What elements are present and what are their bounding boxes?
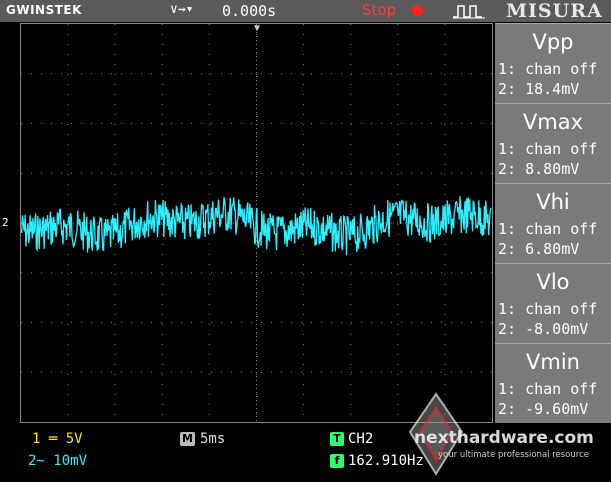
top-status-bar: GWINSTEK ∨⇝▾ 0.000s Stop MISURA	[0, 0, 611, 22]
measurement-ch1-value: 1: chan off	[498, 140, 598, 158]
measurement-vpp[interactable]: Vpp 1: chan off 2: 18.4mV	[495, 23, 611, 103]
measurement-ch2-value: 2: -8.00mV	[498, 320, 589, 338]
trigger-position-marker: ▼	[254, 23, 261, 34]
measurement-ch2-value: 2: 8.80mV	[498, 160, 580, 178]
trigger-icon: T	[330, 432, 344, 446]
measurement-title: Vhi	[536, 190, 570, 214]
trigger-mode-icon: ∨⇝▾	[170, 2, 194, 17]
measurement-panel: Vpp 1: chan off 2: 18.4mV Vmax 1: chan o…	[495, 23, 611, 423]
trigger-edge-icon	[453, 5, 485, 19]
measurement-ch2-value: 2: 6.80mV	[498, 240, 580, 258]
watermark-tagline: your ultimate professional resource	[438, 450, 589, 460]
measurement-ch1-value: 1: chan off	[498, 300, 598, 318]
waveform-svg	[21, 24, 492, 422]
measurement-ch1-value: 1: chan off	[498, 60, 598, 78]
measurement-title: Vlo	[536, 270, 570, 294]
watermark-site-name: nexthardware.com	[414, 428, 594, 448]
channel-2-scale[interactable]: 2∼ 10mV	[28, 453, 87, 469]
stop-indicator-icon	[412, 5, 423, 16]
measurement-vmin[interactable]: Vmin 1: chan off 2: -9.60mV	[495, 343, 611, 423]
trigger-source[interactable]: CH2	[348, 431, 373, 447]
measurement-vmax[interactable]: Vmax 1: chan off 2: 8.80mV	[495, 103, 611, 183]
measurement-title: Vpp	[532, 30, 574, 54]
timebase-value[interactable]: 5ms	[200, 431, 225, 447]
channel-2-ground-marker: 2	[2, 216, 9, 229]
channel-2-trace	[21, 196, 492, 256]
brand-logo: GWINSTEK	[6, 3, 82, 17]
page-headline: MISURA	[506, 0, 603, 22]
measurement-title: Vmin	[526, 350, 580, 374]
frequency-icon: f	[330, 454, 344, 468]
measurement-ch2-value: 2: -9.60mV	[498, 400, 589, 418]
measurement-vlo[interactable]: Vlo 1: chan off 2: -8.00mV	[495, 263, 611, 343]
measurement-ch2-value: 2: 18.4mV	[498, 80, 580, 98]
run-state-label: Stop	[362, 1, 397, 19]
horizontal-position-readout: 0.000s	[222, 2, 277, 20]
waveform-display[interactable]	[20, 23, 493, 423]
timebase-icon: M	[180, 432, 195, 446]
measurement-ch1-value: 1: chan off	[498, 220, 598, 238]
measurement-vhi[interactable]: Vhi 1: chan off 2: 6.80mV	[495, 183, 611, 263]
measurement-ch1-value: 1: chan off	[498, 380, 598, 398]
channel-1-scale[interactable]: 1 ═ 5V	[32, 431, 83, 447]
measurement-title: Vmax	[522, 110, 584, 134]
